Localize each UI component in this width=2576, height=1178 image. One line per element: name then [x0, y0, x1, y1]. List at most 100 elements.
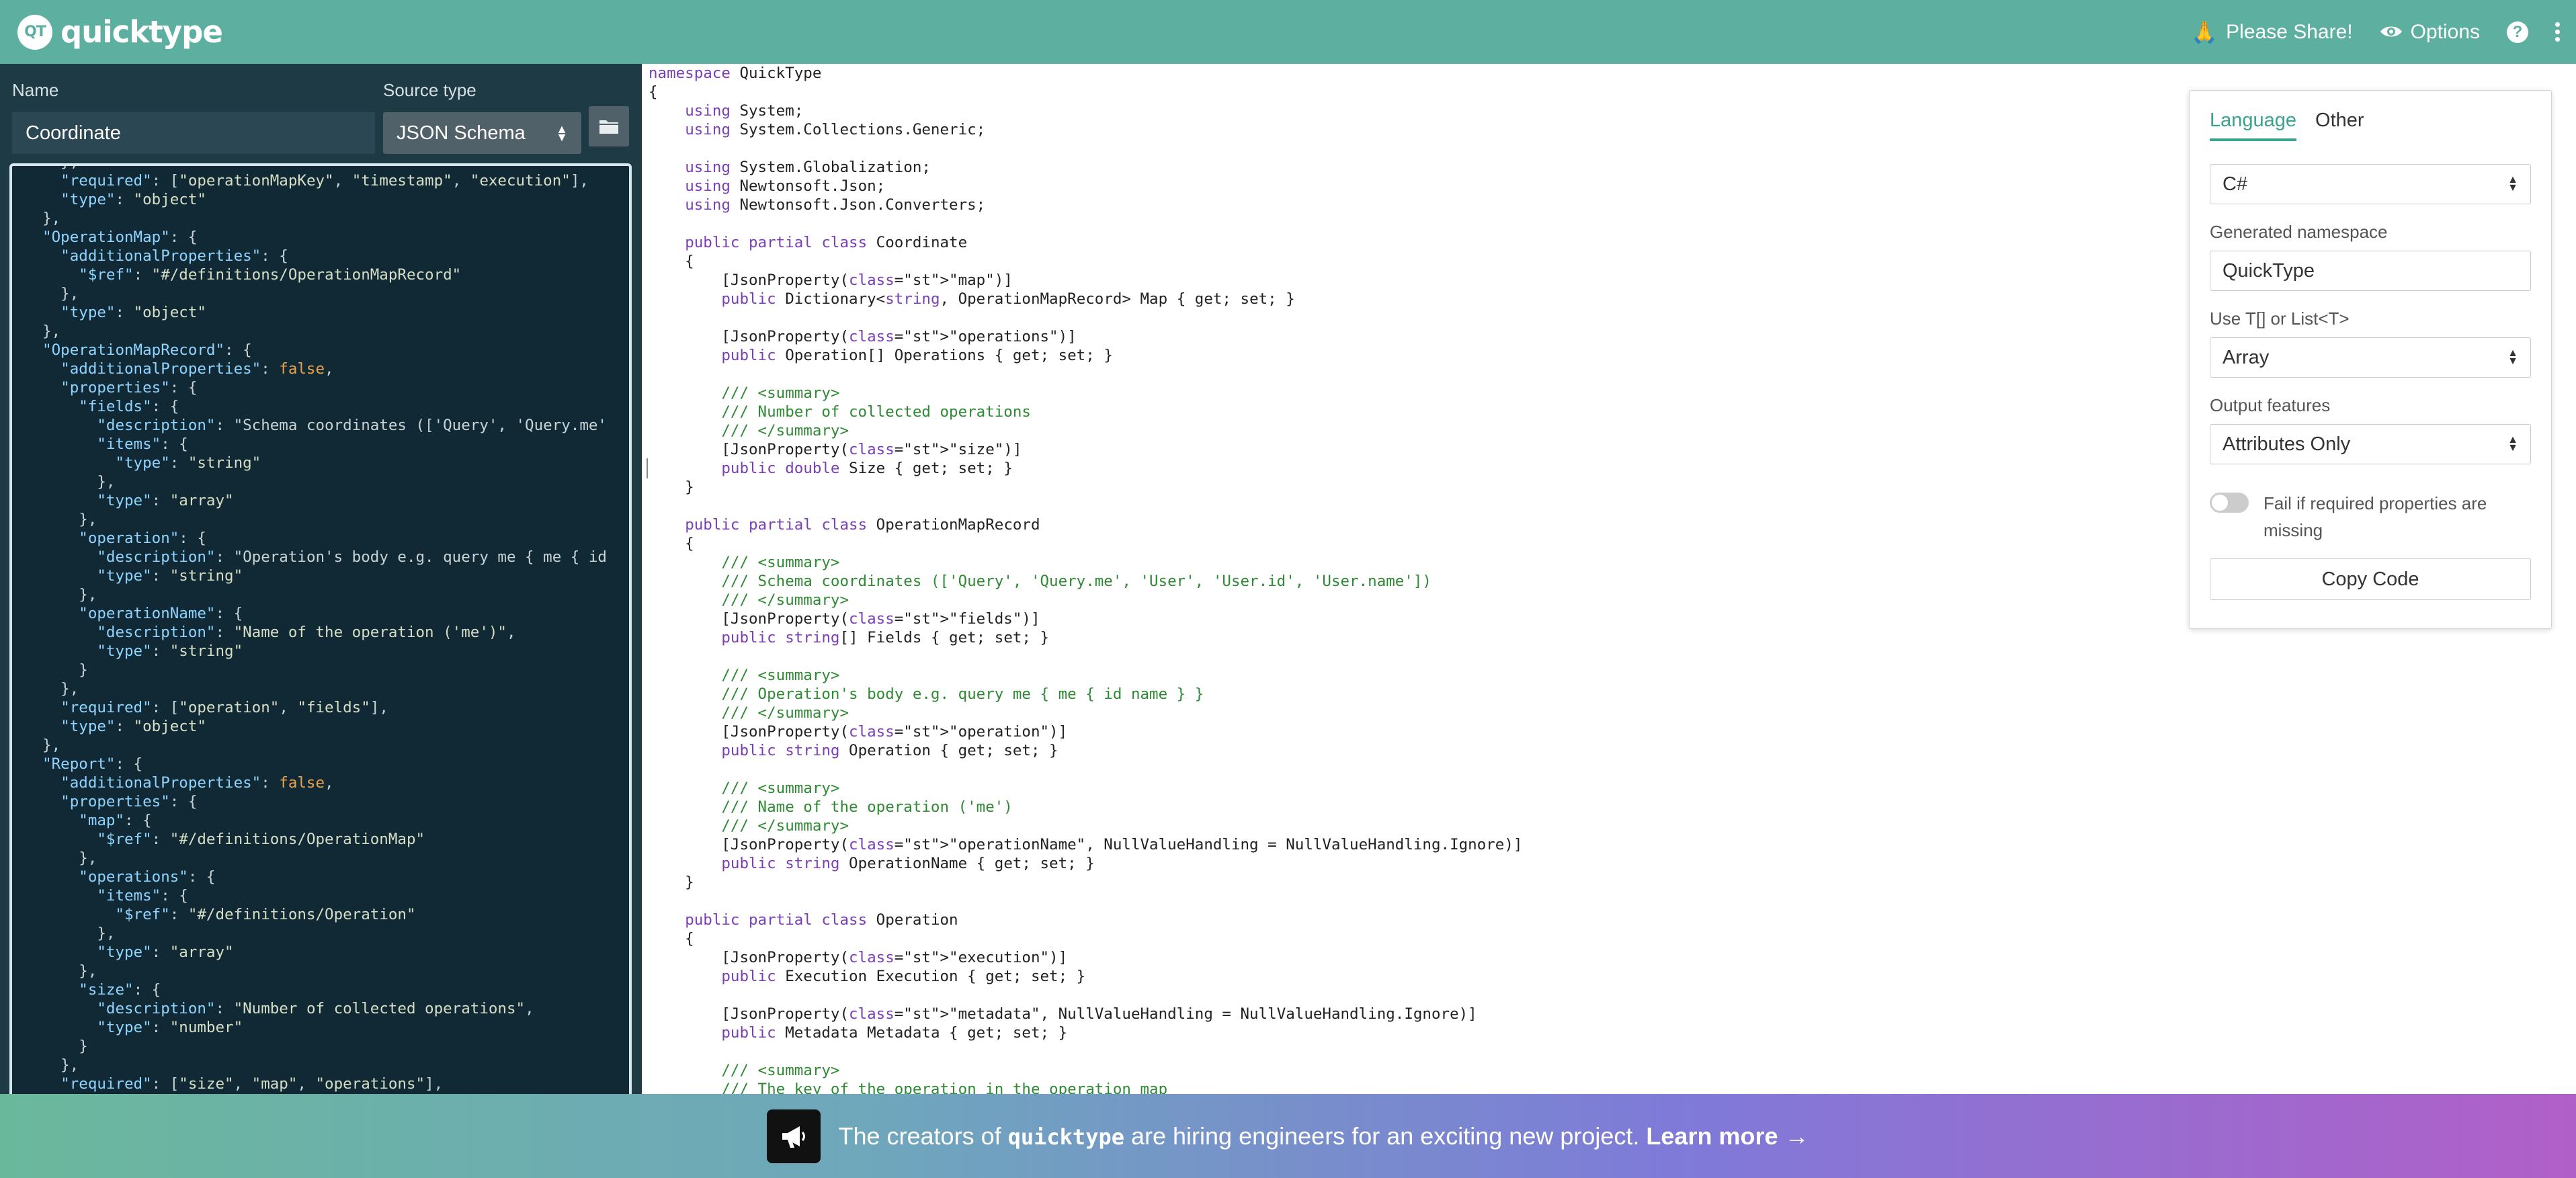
json-line: "type": "object" — [60, 304, 206, 321]
code-line: public Execution Execution { get; set; } — [721, 968, 1086, 985]
code-line: } — [649, 874, 694, 891]
open-file-button[interactable] — [589, 106, 629, 146]
banner-text: The creators of quicktype are hiring eng… — [838, 1122, 1809, 1150]
json-line: }, — [24, 586, 97, 603]
text-caret — [647, 458, 648, 478]
json-line: "size": { — [79, 981, 161, 999]
json-line: "additionalProperties": false, — [60, 360, 334, 378]
folder-icon — [599, 120, 618, 134]
json-line: "type": "object" — [60, 191, 206, 208]
json-line: "type": "string" — [97, 567, 243, 585]
json-line: "type": "array" — [97, 492, 234, 509]
code-line: /// Name of the operation ('me') — [649, 798, 1013, 816]
collection-select[interactable]: Array ▲ ▼ — [2210, 337, 2531, 378]
code-line: public Operation[] Operations { get; set… — [721, 347, 1113, 364]
tab-language[interactable]: Language — [2210, 110, 2297, 141]
json-line: "type": "string" — [115, 454, 261, 472]
json-line: "required": ["operationMapKey", "timesta… — [60, 172, 589, 190]
code-line: public partial class Coordinate — [685, 234, 968, 251]
tab-other[interactable]: Other — [2315, 110, 2364, 141]
code-line: /// </summary> — [649, 817, 849, 835]
code-line: { — [649, 83, 658, 101]
code-line: /// <summary> — [649, 667, 840, 684]
megaphone-icon — [767, 1109, 821, 1163]
collection-value: Array — [2222, 346, 2270, 368]
generated-code[interactable]: namespace QuickType{ using System; using… — [649, 64, 1522, 1099]
help-icon: ? — [2507, 21, 2528, 43]
options-button[interactable]: Options — [2380, 19, 2480, 44]
json-line: }, — [24, 737, 61, 754]
learn-more-link[interactable]: Learn more → — [1646, 1122, 1809, 1150]
code-line: [JsonProperty(class="st">"map")] — [649, 271, 1013, 289]
json-line: "map": { — [79, 812, 152, 829]
source-type-select[interactable]: JSON Schema ▲ ▼ — [383, 112, 581, 154]
json-line: "operationName": { — [79, 605, 243, 622]
namespace-label: Generated namespace — [2210, 222, 2388, 242]
top-bar: QT quicktype 🙏 Please Share! Options ? — [0, 0, 2576, 64]
please-share-label: Please Share! — [2226, 20, 2353, 43]
language-select[interactable]: C# ▲ ▼ — [2210, 164, 2531, 204]
code-line: [JsonProperty(class="st">"operationName"… — [649, 836, 1523, 853]
code-line: public Metadata Metadata { get; set; } — [721, 1024, 1068, 1042]
banner-brand: quicktype — [1007, 1124, 1124, 1150]
fail-required-row: Fail if required properties are missing — [2210, 490, 2531, 544]
select-arrows-icon: ▲ ▼ — [2507, 434, 2518, 454]
logo-mark: QT — [17, 14, 52, 50]
json-line: "additionalProperties": { — [60, 247, 288, 265]
code-line: [JsonProperty(class="st">"metadata", Nul… — [649, 1005, 1477, 1023]
json-line: "type": "object" — [60, 718, 206, 735]
help-button[interactable]: ? — [2507, 21, 2528, 43]
json-line: "items": { — [97, 887, 188, 904]
json-line: "required": ["size", "map", "operations"… — [60, 1075, 444, 1093]
name-label: Name — [12, 80, 59, 100]
code-line: using Newtonsoft.Json.Converters; — [685, 196, 986, 214]
code-line: /// Schema coordinates (['Query', 'Query… — [649, 573, 1431, 590]
json-line: "description": "Operation's body e.g. qu… — [97, 548, 607, 566]
code-line: /// Operation's body e.g. query me { me … — [649, 685, 1204, 703]
json-line: "OperationMap": { — [42, 228, 198, 246]
json-line: "$ref": "#/definitions/Operation" — [115, 906, 416, 923]
code-line: /// </summary> — [649, 422, 849, 439]
code-line: namespace QuickType — [649, 65, 822, 82]
code-line: public partial class Operation — [685, 911, 958, 929]
json-line: } — [24, 661, 88, 679]
namespace-input[interactable] — [2210, 251, 2531, 291]
code-line: /// <summary> — [649, 554, 840, 571]
fail-required-toggle[interactable] — [2210, 493, 2249, 513]
output-features-select[interactable]: Attributes Only ▲ ▼ — [2210, 424, 2531, 464]
output-features-value: Attributes Only — [2222, 433, 2351, 455]
code-line: [JsonProperty(class="st">"operation")] — [649, 723, 1068, 741]
banner-middle: are hiring engineers for an exciting new… — [1124, 1122, 1647, 1150]
top-actions: 🙏 Please Share! Options ? — [2164, 19, 2560, 46]
json-line: "description": "Number of collected oper… — [97, 1000, 534, 1017]
code-line: { — [649, 253, 694, 270]
please-share-button[interactable]: 🙏 Please Share! — [2191, 19, 2352, 45]
collection-label: Use T[] or List<T> — [2210, 308, 2350, 329]
json-line: "fields": { — [79, 398, 179, 415]
json-schema-editor[interactable]: }, "required": ["operationMapKey", "time… — [9, 163, 632, 1178]
json-line: "type": "array" — [97, 943, 234, 961]
code-line: /// <summary> — [649, 384, 840, 402]
source-type-label: Source type — [383, 80, 476, 100]
json-line: "description": "Schema coordinates (['Qu… — [97, 417, 607, 434]
language-value: C# — [2222, 173, 2248, 195]
code-line: /// </summary> — [649, 591, 849, 609]
hiring-banner[interactable]: The creators of quicktype are hiring eng… — [0, 1094, 2576, 1178]
json-line: "$ref": "#/definitions/OperationMap" — [97, 831, 425, 848]
quicktype-logo[interactable]: QT quicktype — [17, 14, 223, 50]
options-panel: Language Other C# ▲ ▼ Generated namespace… — [2189, 90, 2552, 629]
json-line: "items": { — [97, 435, 188, 453]
json-schema-text: }, "required": ["operationMapKey", "time… — [12, 166, 607, 1093]
copy-code-button[interactable]: Copy Code — [2210, 558, 2531, 600]
name-input[interactable] — [12, 112, 375, 154]
json-line: "type": "string" — [97, 642, 243, 660]
banner-prefix: The creators of — [838, 1122, 1008, 1150]
source-type-value: JSON Schema — [397, 122, 526, 144]
code-line: public string[] Fields { get; set; } — [721, 629, 1050, 646]
json-line: }, — [24, 285, 79, 302]
more-menu-icon[interactable] — [2555, 19, 2560, 46]
